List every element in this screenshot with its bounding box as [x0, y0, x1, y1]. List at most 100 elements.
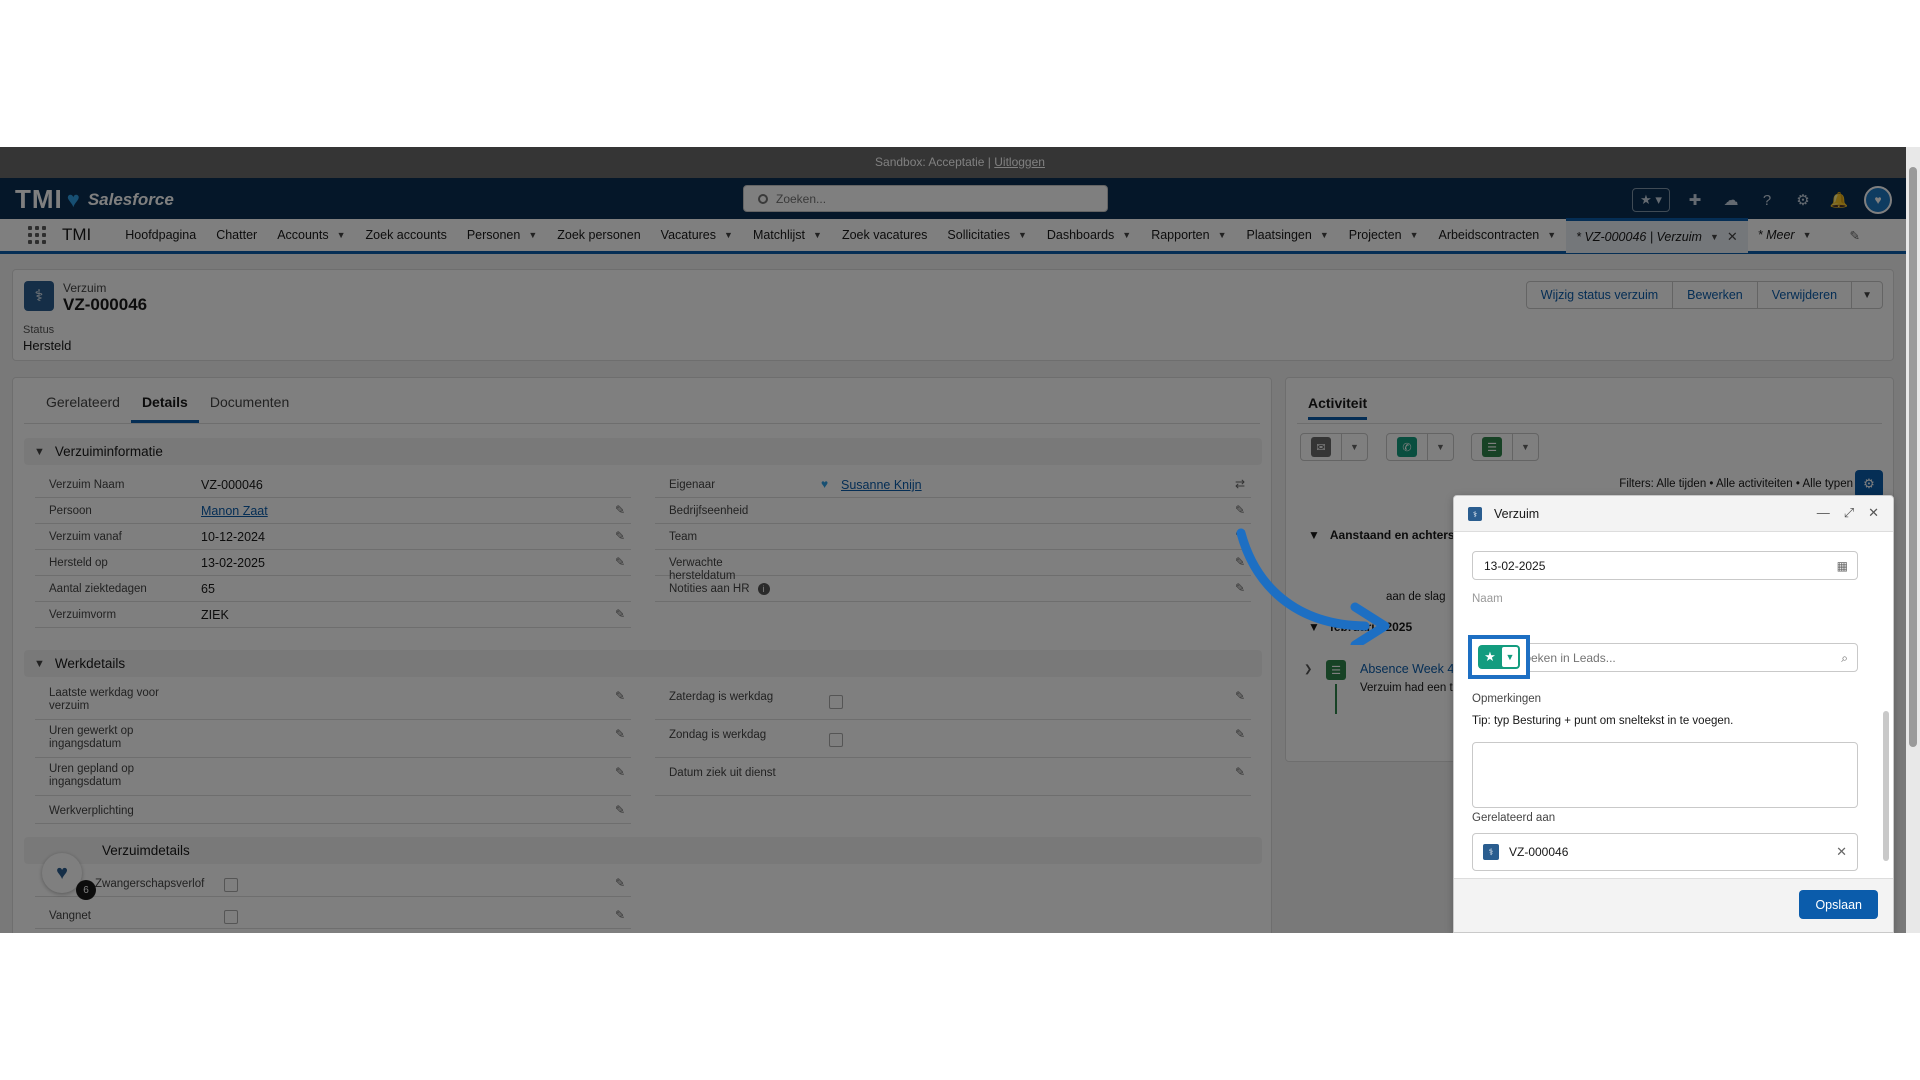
call-action[interactable]: ✆ ▼	[1386, 433, 1454, 461]
remove-icon[interactable]: ✕	[1836, 844, 1847, 860]
info-icon[interactable]: i	[757, 583, 770, 595]
date-field[interactable]: 13-02-2025 ▦	[1472, 551, 1858, 580]
chevron-right-icon[interactable]: ❯	[1304, 664, 1312, 675]
user-avatar[interactable]: ♥	[1864, 186, 1892, 214]
favorites-icon[interactable]: ★ ▾	[1632, 188, 1670, 212]
app-launcher-icon[interactable]	[28, 226, 46, 244]
composer-scrollbar[interactable]	[1883, 581, 1889, 879]
activity-title[interactable]: Activiteit	[1308, 395, 1368, 420]
close-tab-icon[interactable]: ✕	[1727, 229, 1738, 245]
field-persoon: Persoon Manon Zaat ✎	[35, 498, 631, 524]
persoon-link[interactable]: Manon Zaat	[201, 504, 268, 518]
header-utility-icons: ★ ▾ ✚ ☁ ? ⚙ 🔔 ♥	[1632, 186, 1892, 214]
app-name: TMI	[62, 225, 92, 244]
nav-tab-record[interactable]: * VZ-000046 | Verzuim ▼ ✕	[1566, 217, 1748, 253]
record-header: ⚕ Verzuim VZ-000046 Status Hersteld Wijz…	[12, 269, 1894, 361]
edit-pencil-icon[interactable]: ✎	[615, 529, 625, 543]
nav-item-zoek-vacatures[interactable]: Zoek vacatures	[832, 218, 937, 253]
nav-item-personen[interactable]: Personen ▼	[457, 218, 547, 253]
tab-documenten[interactable]: Documenten	[199, 388, 300, 423]
app-logo[interactable]: TMI ♥ Salesforce	[15, 184, 174, 215]
change-status-button[interactable]: Wijzig status verzuim	[1525, 281, 1674, 309]
help-icon[interactable]: ?	[1756, 189, 1778, 211]
timeline-item-title[interactable]: Absence Week 4	[1360, 662, 1454, 676]
nav-item-chatter[interactable]: Chatter	[206, 218, 267, 253]
chevron-down-icon: ▼	[1122, 230, 1132, 240]
nav-item-zoek-personen[interactable]: Zoek personen	[547, 218, 650, 253]
section-verzuimdetails[interactable]: Verzuimdetails	[24, 837, 1262, 864]
section-werkdetails[interactable]: ▼ Werkdetails	[24, 650, 1262, 677]
filter-settings-icon[interactable]: ⚙	[1855, 470, 1883, 498]
edit-pencil-icon[interactable]: ✎	[615, 876, 625, 890]
calendar-icon[interactable]: ▦	[1837, 559, 1848, 573]
edit-pencil-icon[interactable]: ✎	[615, 555, 625, 569]
edit-pencil-icon[interactable]: ✎	[615, 803, 625, 817]
composer-header[interactable]: ⚕ Verzuim — ⤢ ✕	[1454, 496, 1893, 532]
edit-pencil-icon[interactable]: ✎	[615, 503, 625, 517]
edit-nav-icon[interactable]: ✎	[1840, 218, 1870, 253]
nav-item-hoofdpagina[interactable]: Hoofdpagina	[115, 218, 206, 253]
record-type: Verzuim	[63, 281, 107, 295]
activity-filters[interactable]: Filters: Alle tijden • Alle activiteiten…	[1619, 478, 1853, 490]
close-icon[interactable]: ✕	[1868, 505, 1879, 521]
activity-divider	[1297, 423, 1882, 424]
nav-item-projecten[interactable]: Projecten ▼	[1339, 218, 1429, 253]
field-zondag: Zondag is werkdag ✎	[655, 722, 1251, 758]
add-icon[interactable]: ✚	[1684, 189, 1706, 211]
section-verzuiminformatie[interactable]: ▼ Verzuiminformatie	[24, 438, 1262, 465]
save-button[interactable]: Opslaan	[1799, 890, 1878, 919]
nav-item-sollicitaties[interactable]: Sollicitaties ▼	[937, 218, 1036, 253]
remarks-textarea[interactable]	[1472, 742, 1858, 808]
vangnet-checkbox[interactable]	[224, 910, 238, 924]
zaterdag-checkbox[interactable]	[829, 695, 843, 709]
eigenaar-link[interactable]: Susanne Knijn	[841, 478, 922, 492]
edit-pencil-icon[interactable]: ✎	[615, 689, 625, 703]
edit-button[interactable]: Bewerken	[1672, 281, 1758, 309]
related-to-field[interactable]: ⚕ VZ-000046 ✕	[1472, 833, 1858, 871]
page-scrollbar[interactable]	[1906, 147, 1920, 933]
nav-item-plaatsingen[interactable]: Plaatsingen ▼	[1237, 218, 1339, 253]
field-uren-gewerkt: Uren gewerkt op ingangsdatum ✎	[35, 722, 631, 758]
edit-pencil-icon[interactable]: ✎	[1235, 503, 1245, 517]
edit-pencil-icon[interactable]: ✎	[615, 908, 625, 922]
nav-item-rapporten[interactable]: Rapporten ▼	[1141, 218, 1236, 253]
nav-item-accounts[interactable]: Accounts ▼	[267, 218, 355, 253]
settings-gear-icon[interactable]: ⚙	[1792, 189, 1814, 211]
edit-pencil-icon[interactable]: ✎	[615, 607, 625, 621]
more-actions-dropdown-icon[interactable]: ▼	[1851, 281, 1883, 309]
object-type-picker[interactable]: ★ ▼	[1468, 635, 1530, 679]
logout-link[interactable]: Uitloggen	[994, 155, 1045, 169]
nav-item-dashboards[interactable]: Dashboards ▼	[1037, 218, 1141, 253]
email-action[interactable]: ✉ ▼	[1300, 433, 1368, 461]
nav-item-zoek-accounts[interactable]: Zoek accounts	[356, 218, 457, 253]
phone-icon: ✆	[1397, 437, 1417, 457]
edit-pencil-icon[interactable]: ✎	[1235, 689, 1245, 703]
field-uren-gepland: Uren gepland op ingangsdatum ✎	[35, 760, 631, 796]
edit-pencil-icon[interactable]: ✎	[1235, 765, 1245, 779]
heart-logo-icon: ♥	[66, 186, 80, 212]
notifications-bell-icon[interactable]: 🔔	[1828, 189, 1850, 211]
edit-pencil-icon[interactable]: ✎	[615, 727, 625, 741]
edit-pencil-icon[interactable]: ✎	[1235, 727, 1245, 741]
change-owner-icon[interactable]: ⇄	[1235, 477, 1245, 491]
zondag-checkbox[interactable]	[829, 733, 843, 747]
owner-avatar-icon: ♥	[821, 477, 829, 491]
nav-item-meer[interactable]: * Meer ▼	[1748, 218, 1822, 253]
global-search[interactable]: Zoeken...	[743, 185, 1108, 212]
tab-details[interactable]: Details	[130, 388, 199, 423]
nav-item-arbeidscontracten[interactable]: Arbeidscontracten ▼	[1428, 218, 1566, 253]
minimize-icon[interactable]: —	[1817, 505, 1830, 521]
nav-item-matchlijst[interactable]: Matchlijst ▼	[743, 218, 832, 253]
task-action[interactable]: ☰ ▼	[1471, 433, 1539, 461]
nav-item-vacatures[interactable]: Vacatures ▼	[651, 218, 743, 253]
expand-icon[interactable]: ⤢	[1844, 505, 1854, 521]
field-zaterdag: Zaterdag is werkdag ✎	[655, 684, 1251, 720]
field-vangnet: Vangnet ✎	[35, 903, 631, 929]
trailhead-icon[interactable]: ☁	[1720, 189, 1742, 211]
zwangerschapsverlof-checkbox[interactable]	[224, 878, 238, 892]
delete-button[interactable]: Verwijderen	[1756, 281, 1853, 309]
field-aantal-ziektedagen: Aantal ziektedagen 65	[35, 576, 631, 602]
tab-gerelateerd[interactable]: Gerelateerd	[35, 388, 131, 423]
field-verwachte-hersteldatum: Verwachte hersteldatum ✎	[655, 550, 1251, 582]
edit-pencil-icon[interactable]: ✎	[615, 765, 625, 779]
